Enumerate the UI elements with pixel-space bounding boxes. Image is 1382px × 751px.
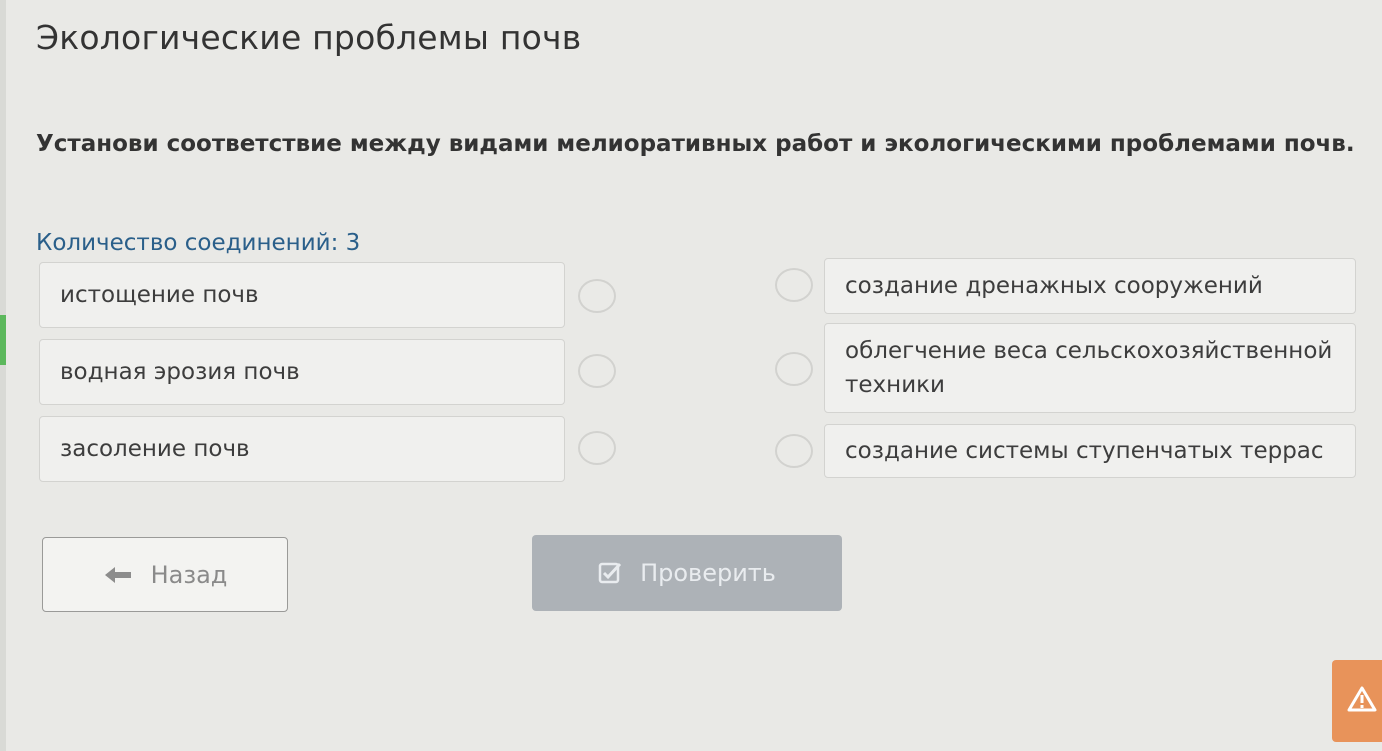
right-connector-2[interactable] [775, 352, 813, 386]
page-title: Экологические проблемы почв [36, 18, 582, 57]
right-item-2[interactable]: облегчение веса сельскохозяйственной тех… [824, 323, 1356, 413]
right-item-label: создание системы ступенчатых террас [845, 438, 1324, 464]
arrow-left-icon [103, 565, 133, 585]
left-item-2[interactable]: водная эрозия почв [39, 339, 565, 405]
right-item-3[interactable]: создание системы ступенчатых террас [824, 424, 1356, 478]
back-button-label: Назад [150, 560, 228, 589]
right-connector-1[interactable] [775, 268, 813, 302]
left-connector-2[interactable] [578, 354, 616, 388]
left-connector-3[interactable] [578, 431, 616, 465]
left-item-1[interactable]: истощение почв [39, 262, 565, 328]
left-item-3[interactable]: засоление почв [39, 416, 565, 482]
right-item-label: создание дренажных сооружений [845, 273, 1263, 299]
checkbox-checked-icon [598, 561, 622, 585]
left-connector-1[interactable] [578, 279, 616, 313]
connections-count: Количество соединений: 3 [36, 230, 361, 256]
check-button[interactable]: Проверить [532, 535, 842, 611]
right-item-label: облегчение веса сельскохозяйственной тех… [845, 338, 1333, 398]
page-edge [0, 0, 6, 751]
left-item-label: водная эрозия почв [60, 359, 300, 385]
report-problem-button[interactable] [1332, 660, 1382, 742]
back-button[interactable]: Назад [42, 537, 288, 612]
right-item-1[interactable]: создание дренажных сооружений [824, 258, 1356, 314]
check-button-label: Проверить [640, 559, 776, 587]
question-text: Установи соответствие между видами мелио… [36, 131, 1355, 157]
progress-marker [0, 315, 6, 365]
right-connector-3[interactable] [775, 434, 813, 468]
left-item-label: истощение почв [60, 282, 259, 308]
warning-icon [1347, 685, 1377, 717]
left-item-label: засоление почв [60, 436, 250, 462]
